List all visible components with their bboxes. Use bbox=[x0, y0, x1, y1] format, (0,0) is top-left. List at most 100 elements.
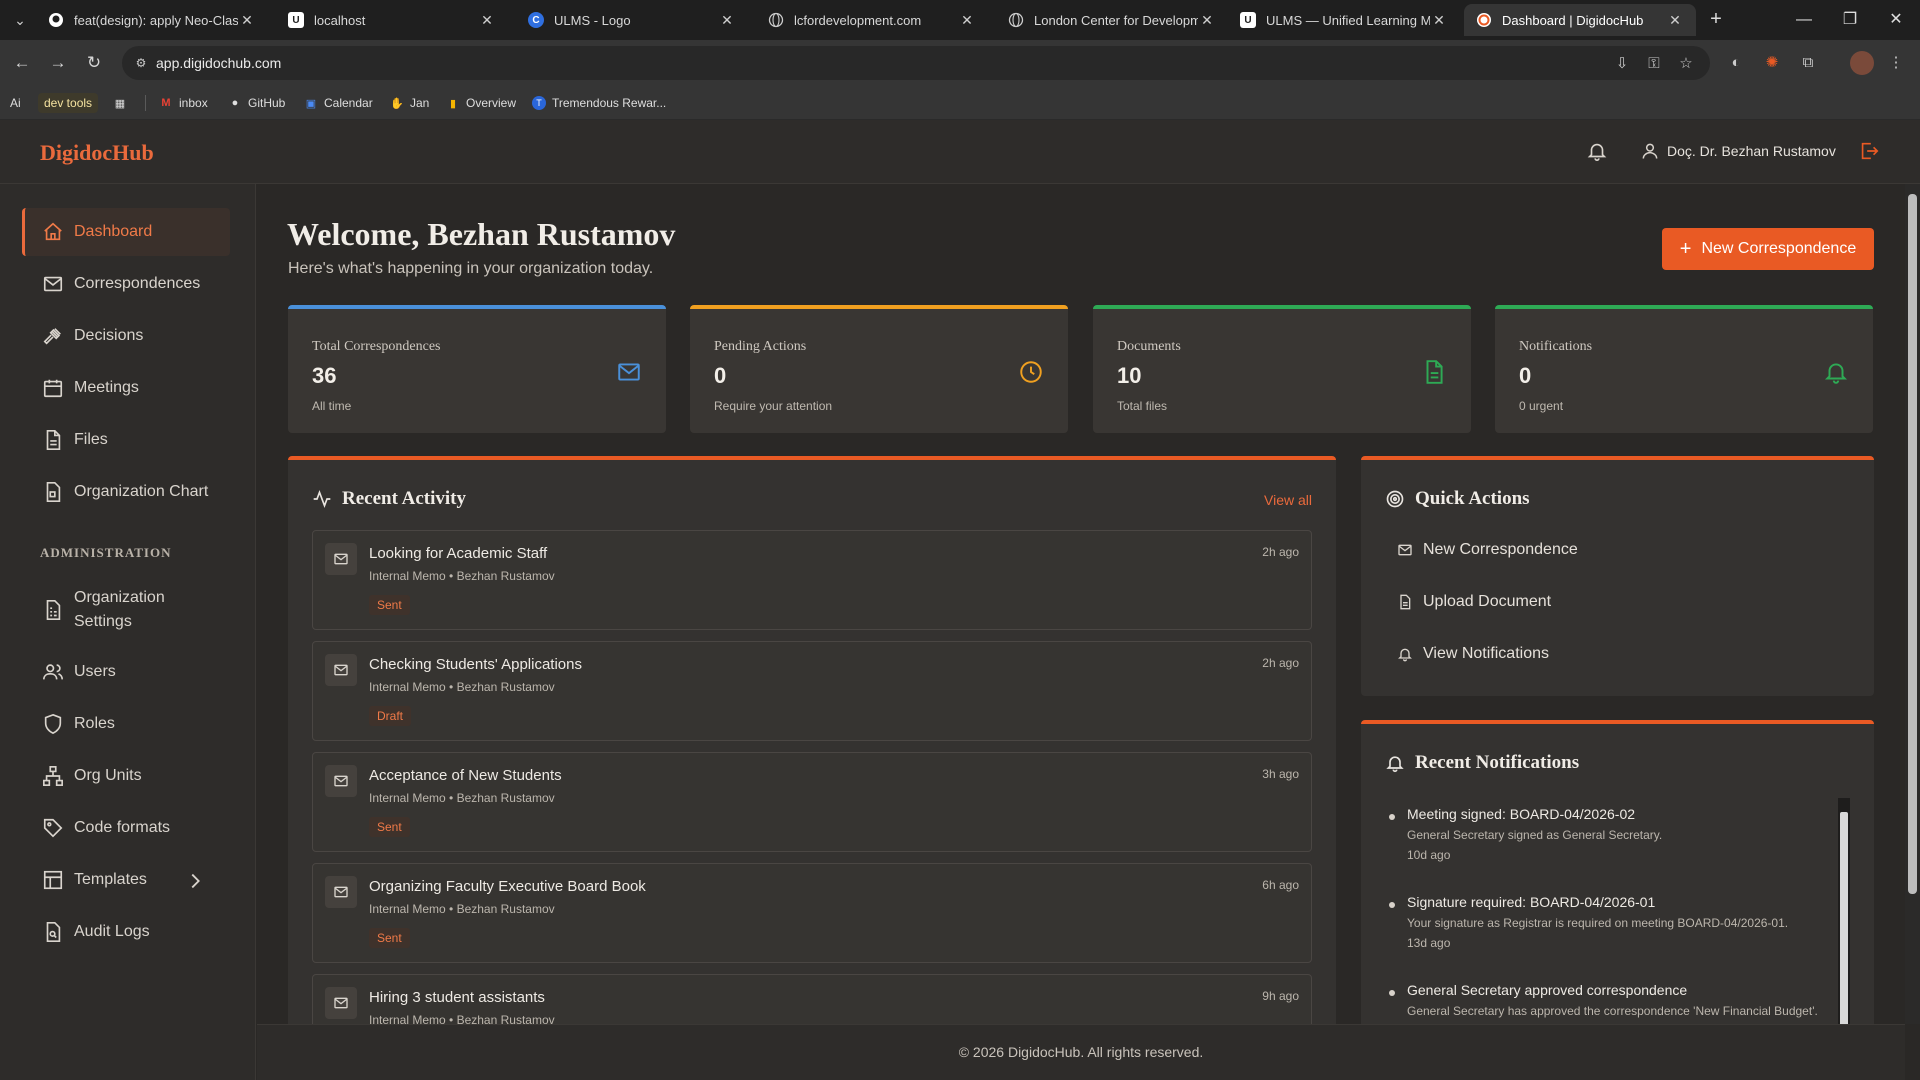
extensions-puzzle-icon[interactable]: ⧉ bbox=[1796, 51, 1820, 75]
profile-avatar[interactable] bbox=[1850, 51, 1874, 75]
extension-icon[interactable]: ◐ bbox=[1724, 51, 1748, 75]
c-icon: C bbox=[528, 12, 544, 28]
bookmark-jan[interactable]: ✋ Jan bbox=[390, 93, 429, 113]
new-tab-button[interactable]: + bbox=[1704, 8, 1728, 32]
building-icon bbox=[46, 600, 61, 620]
bell-icon[interactable] bbox=[1586, 140, 1608, 162]
view-all-link[interactable]: View all bbox=[1264, 492, 1312, 508]
gmail-icon: M bbox=[161, 97, 171, 109]
extension-burst-icon[interactable]: ✺ bbox=[1760, 51, 1784, 75]
install-app-icon[interactable]: ⇩ bbox=[1612, 54, 1632, 74]
file-icon bbox=[46, 430, 61, 450]
scrollbar-thumb[interactable] bbox=[1908, 194, 1917, 894]
bookmark-calendar[interactable]: ▣ Calendar bbox=[304, 93, 373, 113]
restore-icon[interactable]: ❐ bbox=[1838, 8, 1862, 32]
tab-search-button[interactable]: ⌄ bbox=[8, 8, 32, 32]
stat-card-notifications[interactable]: Notifications 0 0 urgent bbox=[1495, 305, 1873, 433]
bookmark-tremendous[interactable]: T Tremendous Rewar... bbox=[532, 93, 666, 113]
mail-icon bbox=[325, 987, 357, 1019]
bookmark-dev-tools[interactable]: dev tools bbox=[38, 93, 99, 113]
browser-tab[interactable]: C ULMS - Logo ✕ bbox=[516, 4, 748, 36]
bell-icon bbox=[1824, 363, 1848, 384]
activity-item[interactable]: Hiring 3 student assistants Internal Mem… bbox=[312, 974, 1312, 1024]
new-correspondence-button[interactable]: + New Correspondence bbox=[1662, 228, 1874, 270]
chevron-right-icon[interactable] bbox=[184, 870, 206, 892]
file-search-icon bbox=[46, 922, 61, 942]
browser-tab[interactable]: feat(design): apply Neo-Classic ✕ bbox=[36, 4, 268, 36]
tremendous-icon: T bbox=[532, 96, 546, 110]
notification-item[interactable]: Signature required: BOARD-04/2026-01 You… bbox=[1389, 894, 1829, 954]
bookmark-separator bbox=[145, 95, 146, 111]
activity-item[interactable]: Checking Students' Applications Internal… bbox=[312, 641, 1312, 741]
mail-icon bbox=[43, 276, 63, 292]
sidebar-item-audit-logs[interactable]: Audit Logs bbox=[22, 908, 230, 956]
sidebar-item-org-units[interactable]: Org Units bbox=[22, 752, 230, 800]
sidebar-item-meetings[interactable]: Meetings bbox=[22, 364, 230, 412]
logout-icon[interactable] bbox=[1858, 140, 1880, 162]
sidebar-item-templates[interactable]: Templates bbox=[22, 856, 230, 904]
browser-tab-bar: ⌄ feat(design): apply Neo-Classic ✕ U lo… bbox=[0, 0, 1920, 40]
activity-item[interactable]: Looking for Academic Staff Internal Memo… bbox=[312, 530, 1312, 630]
page-scrollbar[interactable] bbox=[1905, 184, 1920, 1024]
stat-card-documents[interactable]: Documents 10 Total files bbox=[1093, 305, 1471, 433]
scrollbar-thumb[interactable] bbox=[1840, 812, 1848, 1024]
close-tab-icon[interactable]: ✕ bbox=[958, 12, 976, 29]
sidebar-item-correspondences[interactable]: Correspondences bbox=[22, 260, 230, 308]
user-icon[interactable] bbox=[1640, 140, 1660, 162]
sidebar-item-users[interactable]: Users bbox=[22, 648, 230, 696]
close-tab-icon[interactable]: ✕ bbox=[718, 12, 736, 29]
apps-grid-icon[interactable]: ▦ bbox=[113, 93, 133, 113]
activity-item[interactable]: Acceptance of New Students Internal Memo… bbox=[312, 752, 1312, 852]
quick-action-new-correspondence[interactable]: New Correspondence bbox=[1397, 538, 1578, 562]
sidebar-item-organization-settings[interactable]: Organization Settings bbox=[22, 582, 230, 638]
quick-action-upload-document[interactable]: Upload Document bbox=[1397, 590, 1551, 614]
mail-icon bbox=[325, 765, 357, 797]
address-bar[interactable]: ⚙ app.digidochub.com ⇩ ⚿ ☆ bbox=[122, 46, 1710, 80]
recent-notifications-panel: Recent Notifications Meeting signed: BOA… bbox=[1361, 720, 1874, 1024]
bookmark-github[interactable]: ● GitHub bbox=[228, 93, 286, 113]
close-tab-icon[interactable]: ✕ bbox=[478, 12, 496, 29]
sidebar-item-organization-chart[interactable]: Organization Chart bbox=[22, 468, 230, 516]
notifications-scrollbar[interactable] bbox=[1838, 798, 1850, 1024]
browser-tab[interactable]: U localhost ✕ bbox=[276, 4, 508, 36]
site-info-icon[interactable]: ⚙ bbox=[132, 54, 150, 72]
sidebar-item-dashboard[interactable]: Dashboard bbox=[22, 208, 230, 256]
url-text[interactable]: app.digidochub.com bbox=[156, 55, 281, 71]
page-subtitle: Here's what's happening in your organiza… bbox=[288, 260, 654, 277]
browser-tab-active[interactable]: Dashboard | DigidocHub ✕ bbox=[1464, 4, 1696, 36]
window-close-icon[interactable]: ✕ bbox=[1884, 8, 1908, 32]
sidebar-item-decisions[interactable]: Decisions bbox=[22, 312, 230, 360]
sidebar-item-files[interactable]: Files bbox=[22, 416, 230, 464]
close-tab-icon[interactable]: ✕ bbox=[1198, 12, 1216, 29]
user-name[interactable]: Doç. Dr. Bezhan Rustamov bbox=[1667, 143, 1836, 159]
password-key-icon[interactable]: ⚿ bbox=[1644, 54, 1664, 74]
github-icon: ● bbox=[231, 97, 239, 109]
notification-item[interactable]: Meeting signed: BOARD-04/2026-02 General… bbox=[1389, 806, 1829, 866]
close-tab-icon[interactable]: ✕ bbox=[1430, 12, 1448, 29]
sidebar-item-roles[interactable]: Roles bbox=[22, 700, 230, 748]
bookmark-star-icon[interactable]: ☆ bbox=[1676, 54, 1696, 74]
stat-card-total-correspondences[interactable]: Total Correspondences 36 All time bbox=[288, 305, 666, 433]
browser-tab[interactable]: London Center for Developmen ✕ bbox=[996, 4, 1228, 36]
stat-card-pending-actions[interactable]: Pending Actions 0 Require your attention bbox=[690, 305, 1068, 433]
close-tab-icon[interactable]: ✕ bbox=[238, 12, 256, 29]
status-badge: Sent bbox=[369, 817, 410, 837]
quick-action-view-notifications[interactable]: View Notifications bbox=[1397, 642, 1549, 666]
back-icon[interactable]: ← bbox=[10, 51, 34, 75]
document-icon bbox=[1426, 360, 1443, 384]
forward-icon[interactable]: → bbox=[46, 51, 70, 75]
bookmark-ai[interactable]: Ai bbox=[10, 93, 21, 113]
browser-tab[interactable]: U ULMS — Unified Learning Man ✕ bbox=[1228, 4, 1460, 36]
activity-item[interactable]: Organizing Faculty Executive Board Book … bbox=[312, 863, 1312, 963]
sidebar-item-code-formats[interactable]: Code formats bbox=[22, 804, 230, 852]
digidoc-icon bbox=[1476, 12, 1492, 28]
brand-logo[interactable]: DigidocHub bbox=[40, 140, 154, 166]
browser-tab[interactable]: lcfordevelopment.com ✕ bbox=[756, 4, 988, 36]
reload-icon[interactable]: ↻ bbox=[82, 51, 106, 75]
bookmark-overview[interactable]: ▮ Overview bbox=[446, 93, 516, 113]
bookmark-inbox[interactable]: Minbox bbox=[159, 93, 207, 113]
minimize-icon[interactable]: — bbox=[1792, 8, 1816, 32]
close-tab-icon[interactable]: ✕ bbox=[1666, 12, 1684, 29]
notification-item[interactable]: General Secretary approved correspondenc… bbox=[1389, 982, 1829, 1024]
browser-menu-icon[interactable]: ⋮ bbox=[1884, 51, 1908, 75]
